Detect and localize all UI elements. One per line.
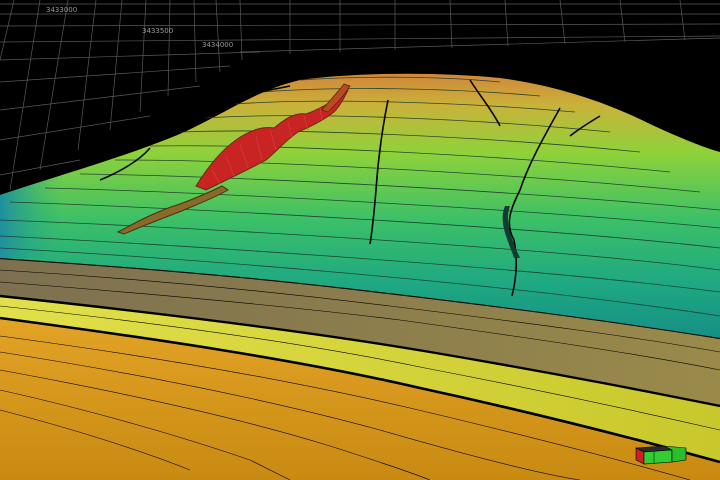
3d-viewer[interactable]: 3433000 3433500 3434000	[0, 0, 720, 480]
axis-label-2: 3434000	[202, 41, 233, 49]
geologic-model-scene[interactable]: 3433000 3433500 3434000	[0, 0, 720, 480]
axis-cube-icon[interactable]	[634, 445, 687, 465]
axis-label-0: 3433000	[46, 6, 77, 14]
axis-labels: 3433000 3433500 3434000	[46, 6, 233, 49]
axis-label-1: 3433500	[142, 27, 173, 35]
